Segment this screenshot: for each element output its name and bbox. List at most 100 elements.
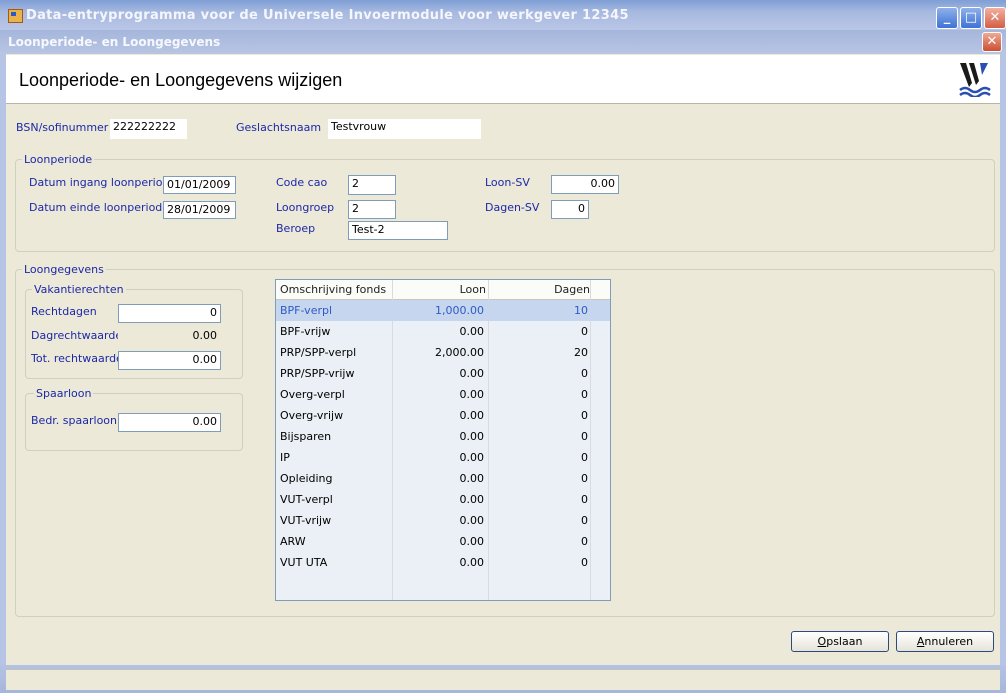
loongegevens-group-title: Loongegevens [22,263,106,276]
dagrechtwaarde-value: 0.00 [118,327,221,346]
table-row[interactable]: IP 0.00 0 [276,447,610,468]
cell-dagen: 0 [581,409,588,422]
page-title: Loonperiode- en Loongegevens wijzigen [19,70,343,90]
dagrechtwaarde-label: Dagrechtwaarde [31,329,123,342]
window-close-button[interactable]: ✕ [984,7,1006,29]
cell-fonds: Overg-vrijw [280,409,344,422]
cell-loon: 0.00 [459,388,485,401]
cell-loon: 0.00 [459,325,485,338]
cell-fonds: VUT UTA [280,556,328,569]
window-frame-right [1000,54,1006,665]
window-frame-left [0,54,6,665]
cell-loon: 0.00 [459,367,485,380]
loon-sv-field[interactable]: 0.00 [551,175,619,194]
rechtdagen-label: Rechtdagen [31,305,97,318]
window-title-bar[interactable]: Data-entryprogramma voor de Universele I… [0,0,1006,30]
beroep-field[interactable]: Test-2 [348,221,448,240]
bsn-label: BSN/sofinummer [16,121,109,134]
col-header-dagen[interactable]: Dagen [490,283,590,296]
maximize-button[interactable]: □ [960,7,982,29]
cell-fonds: Opleiding [280,472,333,485]
cell-fonds: BPF-vrijw [280,325,331,338]
app-icon [8,9,23,23]
save-button[interactable]: Opslaan [791,631,889,652]
cell-dagen: 0 [581,325,588,338]
code-cao-field[interactable]: 2 [348,175,396,195]
table-row[interactable]: BPF-vrijw 0.00 0 [276,321,610,342]
cell-loon: 0.00 [459,472,485,485]
col-header-fonds[interactable]: Omschrijving fonds [280,283,386,296]
table-row[interactable]: Overg-vrijw 0.00 0 [276,405,610,426]
loongroep-label: Loongroep [276,201,335,214]
cell-loon: 0.00 [459,409,485,422]
cancel-button[interactable]: Annuleren [896,631,994,652]
cell-fonds: BPF-verpl [280,304,333,317]
cell-loon: 0.00 [459,514,485,527]
cell-dagen: 10 [574,304,588,317]
loonperiode-group-title: Loonperiode [22,153,95,166]
fondsen-table[interactable]: Omschrijving fonds Loon Dagen BPF-verpl 1… [275,279,611,601]
table-row[interactable]: Opleiding 0.00 0 [276,468,610,489]
table-row[interactable]: ARW 0.00 0 [276,531,610,552]
dagen-sv-field[interactable]: 0 [551,200,589,219]
spaarloon-group-title: Spaarloon [34,387,94,400]
vakantierechten-group-title: Vakantierechten [32,283,126,296]
cell-fonds: VUT-verpl [280,493,333,506]
rechtdagen-field[interactable]: 0 [118,304,221,323]
cell-loon: 0.00 [459,535,485,548]
beroep-label: Beroep [276,222,316,235]
window-title: Data-entryprogramma voor de Universele I… [26,8,629,23]
table-row[interactable]: Bijsparen 0.00 0 [276,426,610,447]
cell-dagen: 0 [581,556,588,569]
cell-fonds: PRP/SPP-verpl [280,346,357,359]
table-header: Omschrijving fonds Loon Dagen [276,280,610,300]
datum-ingang-field[interactable]: 01/01/2009 [163,176,236,194]
cell-fonds: Bijsparen [280,430,332,443]
cell-dagen: 0 [581,430,588,443]
cell-fonds: Overg-verpl [280,388,345,401]
cell-dagen: 0 [581,535,588,548]
code-cao-label: Code cao [276,176,328,189]
cell-dagen: 20 [574,346,588,359]
table-row[interactable]: Overg-verpl 0.00 0 [276,384,610,405]
cell-fonds: ARW [280,535,306,548]
table-row[interactable]: VUT-vrijw 0.00 0 [276,510,610,531]
dialog-title: Loonperiode- en Loongegevens [8,35,221,49]
minimize-button[interactable]: _ [936,7,958,29]
tot-rechtwaarde-label: Tot. rechtwaarde [31,352,123,365]
dagen-sv-label: Dagen-SV [485,201,540,214]
cell-loon: 0.00 [459,556,485,569]
col-header-loon[interactable]: Loon [392,283,486,296]
table-row[interactable]: BPF-verpl 1,000.00 10 [276,300,610,321]
datum-ingang-label: Datum ingang loonperiode [29,176,177,189]
dialog-header: Loonperiode- en Loongegevens wijzigen [6,55,1000,104]
status-bar [0,665,1006,693]
loon-sv-label: Loon-SV [485,176,530,189]
table-row[interactable]: PRP/SPP-verpl 2,000.00 20 [276,342,610,363]
cell-fonds: VUT-vrijw [280,514,332,527]
tot-rechtwaarde-field[interactable]: 0.00 [118,351,221,370]
cell-loon: 0.00 [459,493,485,506]
cell-loon: 1,000.00 [435,304,484,317]
datum-einde-field[interactable]: 28/01/2009 [163,201,236,219]
table-row[interactable]: VUT UTA 0.00 0 [276,552,610,573]
bedr-spaarloon-field[interactable]: 0.00 [118,413,221,432]
cell-loon: 0.00 [459,430,485,443]
cell-dagen: 0 [581,367,588,380]
cell-dagen: 0 [581,472,588,485]
cell-loon: 2,000.00 [435,346,484,359]
table-row[interactable]: PRP/SPP-vrijw 0.00 0 [276,363,610,384]
dialog-close-button[interactable]: ✕ [982,32,1002,52]
cell-dagen: 0 [581,388,588,401]
dialog-title-bar[interactable]: Loonperiode- en Loongegevens ✕ [0,30,1006,54]
table-row[interactable]: VUT-verpl 0.00 0 [276,489,610,510]
cell-fonds: IP [280,451,290,464]
bsn-field[interactable]: 222222222 [110,119,187,139]
cancel-label: nnuleren [924,635,974,648]
loongroep-field[interactable]: 2 [348,200,396,219]
company-logo [959,63,991,97]
cell-dagen: 0 [581,493,588,506]
geslachtsnaam-field[interactable]: Testvrouw [328,119,481,139]
cell-loon: 0.00 [459,451,485,464]
bedr-spaarloon-label: Bedr. spaarloon [31,414,118,427]
